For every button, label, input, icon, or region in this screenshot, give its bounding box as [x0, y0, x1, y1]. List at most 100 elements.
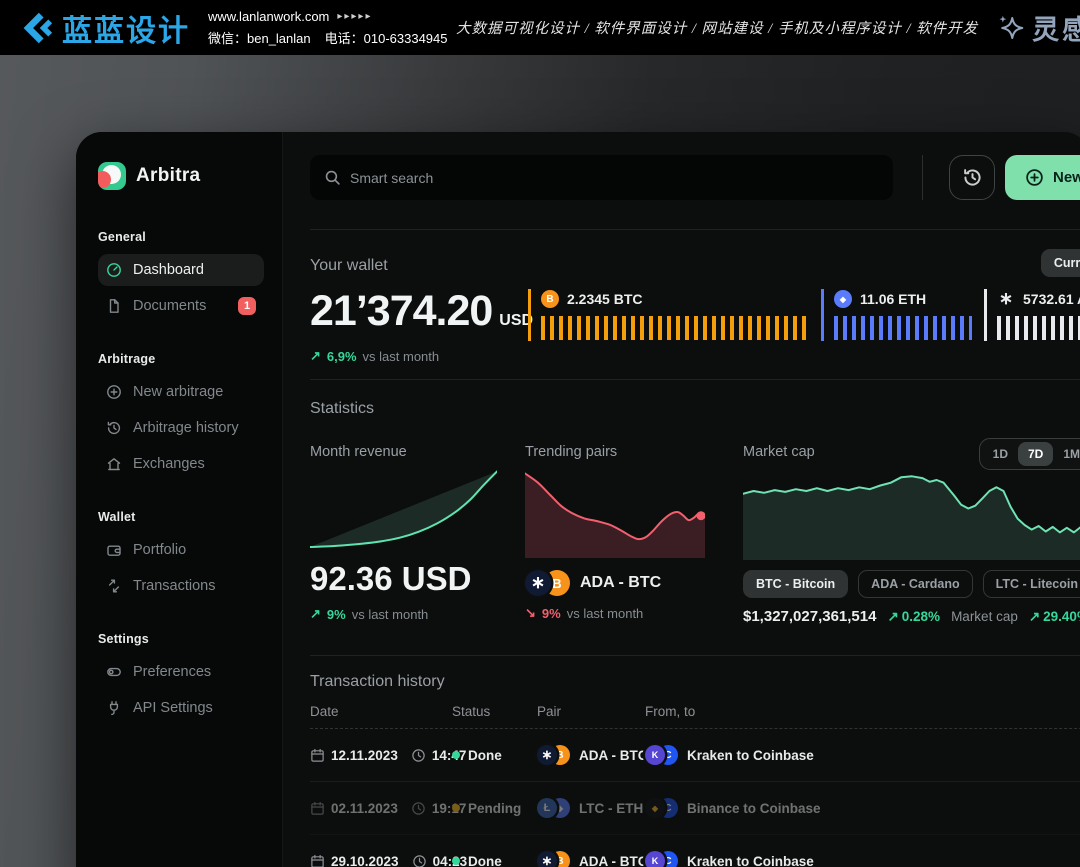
wallet-header: Your wallet Currencies Exchanges: [310, 251, 1080, 281]
wallet-coin-ada[interactable]: ∗ 5732.61 ADA: [984, 289, 1080, 341]
new-arbitrage-button-label: New arbitrage: [1053, 169, 1080, 186]
ada-amount: 5732.61 ADA: [1023, 291, 1080, 307]
main-content: New arbitrage Your wallet Currencies Exc…: [283, 132, 1080, 867]
section-label: General: [98, 230, 264, 244]
sidebar-item-portfolio[interactable]: Portfolio: [98, 534, 264, 566]
wallet-coin-btc[interactable]: B 2.2345 BTC: [528, 289, 821, 341]
bank-icon: [106, 456, 122, 472]
sidebar-item-documents[interactable]: Documents 1: [98, 290, 264, 322]
wallet-change-suffix: vs last month: [363, 349, 440, 364]
desktop-background: Arbitra General Dashboard Documents 1: [0, 55, 1080, 867]
app-logo[interactable]: Arbitra: [98, 162, 264, 190]
plug-icon: [106, 700, 122, 716]
market-cap-value: $1,327,027,361,514: [743, 608, 876, 625]
collect-brand-name: 灵感收集: [1032, 8, 1080, 47]
lanlan-logo-icon: [16, 9, 54, 47]
eth-amount: 11.06 ETH: [860, 291, 926, 307]
column-pair: Pair: [537, 704, 645, 719]
sidebar-section-settings: Settings Preferences API Settings: [98, 632, 264, 724]
wallet-title: Your wallet: [310, 257, 388, 275]
status-dot: [452, 857, 460, 865]
revenue-change-suffix: vs last month: [352, 607, 429, 622]
sidebar-item-arbitrage-history[interactable]: Arbitrage history: [98, 412, 264, 444]
trend-up-arrow-icon: ↗: [887, 609, 898, 625]
trending-change: 9%: [542, 606, 561, 621]
kraken-icon: K: [645, 851, 665, 867]
sidebar-item-label: Preferences: [133, 664, 211, 680]
table-row[interactable]: 02.11.2023 19:17 Pending Ł◆ LTC - ETH: [310, 782, 1080, 835]
tx-date: 12.11.2023: [331, 748, 398, 763]
table-row[interactable]: 12.11.2023 14:47 Done ∗B ADA - BTC: [310, 729, 1080, 782]
tx-route: Binance to Coinbase: [687, 801, 821, 816]
range-1d[interactable]: 1D: [983, 442, 1018, 466]
app-name: Arbitra: [136, 165, 200, 187]
sidebar-item-exchanges[interactable]: Exchanges: [98, 448, 264, 480]
range-1m[interactable]: 1M: [1053, 442, 1080, 466]
banner-arrows: ▸▸▸▸▸: [337, 11, 372, 22]
history-restore-button[interactable]: [949, 155, 995, 200]
range-7d[interactable]: 7D: [1018, 442, 1053, 466]
history-icon: [106, 420, 122, 436]
eth-barcode: [834, 316, 972, 340]
wallet-balance: 21’374.20: [310, 289, 492, 333]
tx-amount-2: 1: [895, 755, 1080, 772]
transactions-table-header: Date Status Pair From, to: [310, 704, 1080, 729]
separator: [310, 655, 1080, 656]
sparkle-star-icon: [996, 13, 1026, 43]
search-input[interactable]: [310, 155, 893, 200]
sidebar-item-new-arbitrage[interactable]: New arbitrage: [98, 376, 264, 408]
ada-icon: ∗: [997, 290, 1015, 308]
tab-ltc-litecoin[interactable]: LTC - Litecoin: [983, 570, 1080, 598]
column-from-to: From, to: [645, 704, 895, 719]
search-icon: [324, 169, 341, 186]
plus-circle-icon: [106, 384, 122, 400]
banner-services: 大数据可视化设计 / 软件界面设计 / 网站建设 / 手机及小程序设计 / 软件…: [456, 17, 978, 38]
lanlan-brand: 蓝蓝设计: [16, 6, 190, 50]
ada-barcode: [997, 316, 1080, 340]
wallet-filters: Currencies Exchanges: [1041, 249, 1080, 277]
calendar-icon: [310, 801, 325, 816]
section-label: Wallet: [98, 510, 264, 524]
dashboard-icon: [106, 262, 122, 278]
sidebar-item-label: Documents: [133, 298, 206, 314]
new-arbitrage-button[interactable]: New arbitrage: [1005, 155, 1080, 200]
sidebar-item-preferences[interactable]: Preferences: [98, 656, 264, 688]
trending-pair-name: ADA - BTC: [580, 574, 661, 592]
filter-currencies[interactable]: Currencies: [1041, 249, 1080, 277]
column-status: Status: [452, 704, 537, 719]
trending-change-suffix: vs last month: [567, 606, 644, 621]
sidebar-item-api-settings[interactable]: API Settings: [98, 692, 264, 724]
table-row[interactable]: 29.10.2023 04:23 Done ∗B ADA - BTC: [310, 835, 1080, 867]
revenue-change: 9%: [327, 607, 346, 622]
trending-pairs-chart: [525, 468, 705, 558]
arbitra-logo-icon: [98, 162, 126, 190]
balance-block: 21’374.20 USD ↗ 6,9% vs last month: [310, 289, 528, 364]
banner-contact: www.lanlanwork.com ▸▸▸▸▸ 微信：ben_lanlan 电…: [208, 9, 438, 47]
trending-pairs-card: Trending pairs ∗B ADA - BTC ↘ 9% vs last…: [525, 444, 705, 625]
month-revenue-value: 92.36 USD: [310, 561, 497, 597]
statistics-title: Statistics: [310, 400, 1080, 418]
transfer-arrows-icon: [106, 578, 122, 594]
wallet-icon: [106, 542, 122, 558]
tab-ada-cardano[interactable]: ADA - Cardano: [858, 570, 972, 598]
coin-tabs: BTC - Bitcoin ADA - Cardano LTC - Liteco…: [743, 570, 1080, 598]
sidebar-item-label: Dashboard: [133, 262, 204, 278]
trend-up-arrow-icon: ↗: [310, 606, 321, 622]
tx-pair: LTC - ETH: [579, 801, 643, 816]
month-revenue-card: Month revenue 92.36 USD ↗ 9% vs last mon…: [310, 444, 497, 625]
tab-btc-bitcoin[interactable]: BTC - Bitcoin: [743, 570, 848, 598]
document-icon: [106, 298, 122, 314]
column-date: Date: [310, 704, 452, 719]
wallet-coin-eth[interactable]: ◆ 11.06 ETH: [821, 289, 984, 341]
btc-barcode: [541, 316, 809, 340]
sidebar-item-dashboard[interactable]: Dashboard: [98, 254, 264, 286]
kraken-icon: K: [645, 745, 665, 765]
status-badge: Done: [468, 748, 502, 763]
sidebar-item-transactions[interactable]: Transactions: [98, 570, 264, 602]
topbar-divider: [922, 155, 923, 200]
ada-icon: ∗: [537, 745, 557, 765]
range-switcher: 1D 7D 1M: [979, 438, 1080, 470]
wallet-coins: B 2.2345 BTC ◆ 11.06 ETH: [528, 289, 1080, 341]
tx-pair: ADA - BTC: [579, 854, 648, 867]
promo-banner: 蓝蓝设计 www.lanlanwork.com ▸▸▸▸▸ 微信：ben_lan…: [0, 0, 1080, 55]
